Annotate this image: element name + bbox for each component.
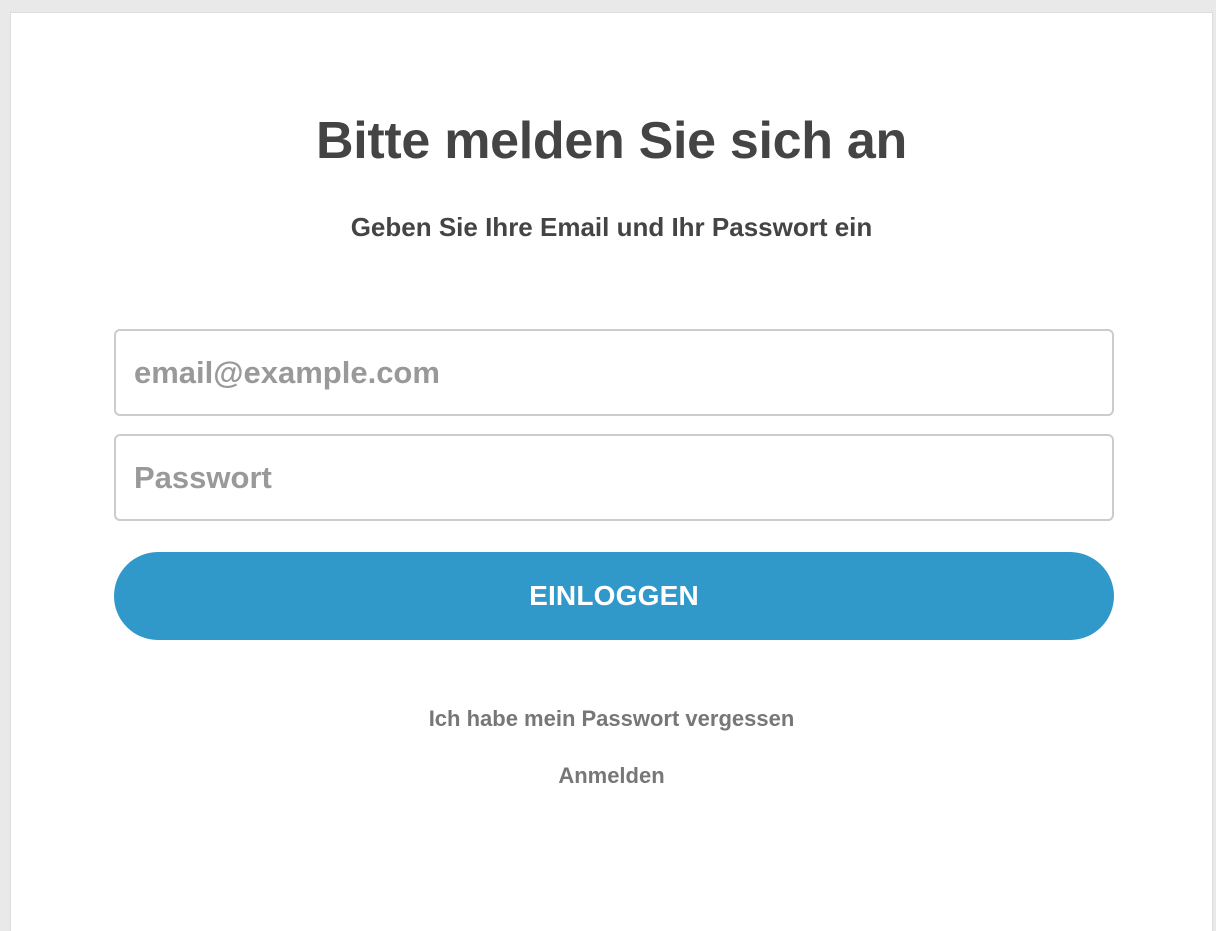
register-link[interactable]: Anmelden [11,763,1212,789]
page-background: Bitte melden Sie sich an Geben Sie Ihre … [0,0,1216,931]
password-field[interactable] [114,434,1114,521]
login-button[interactable]: EINLOGGEN [114,552,1114,640]
email-field[interactable] [114,329,1114,416]
forgot-password-link[interactable]: Ich habe mein Passwort vergessen [11,706,1212,732]
page-title: Bitte melden Sie sich an [316,112,907,170]
login-card: Bitte melden Sie sich an Geben Sie Ihre … [10,12,1213,931]
page-subtitle: Geben Sie Ihre Email und Ihr Passwort ei… [350,212,873,242]
